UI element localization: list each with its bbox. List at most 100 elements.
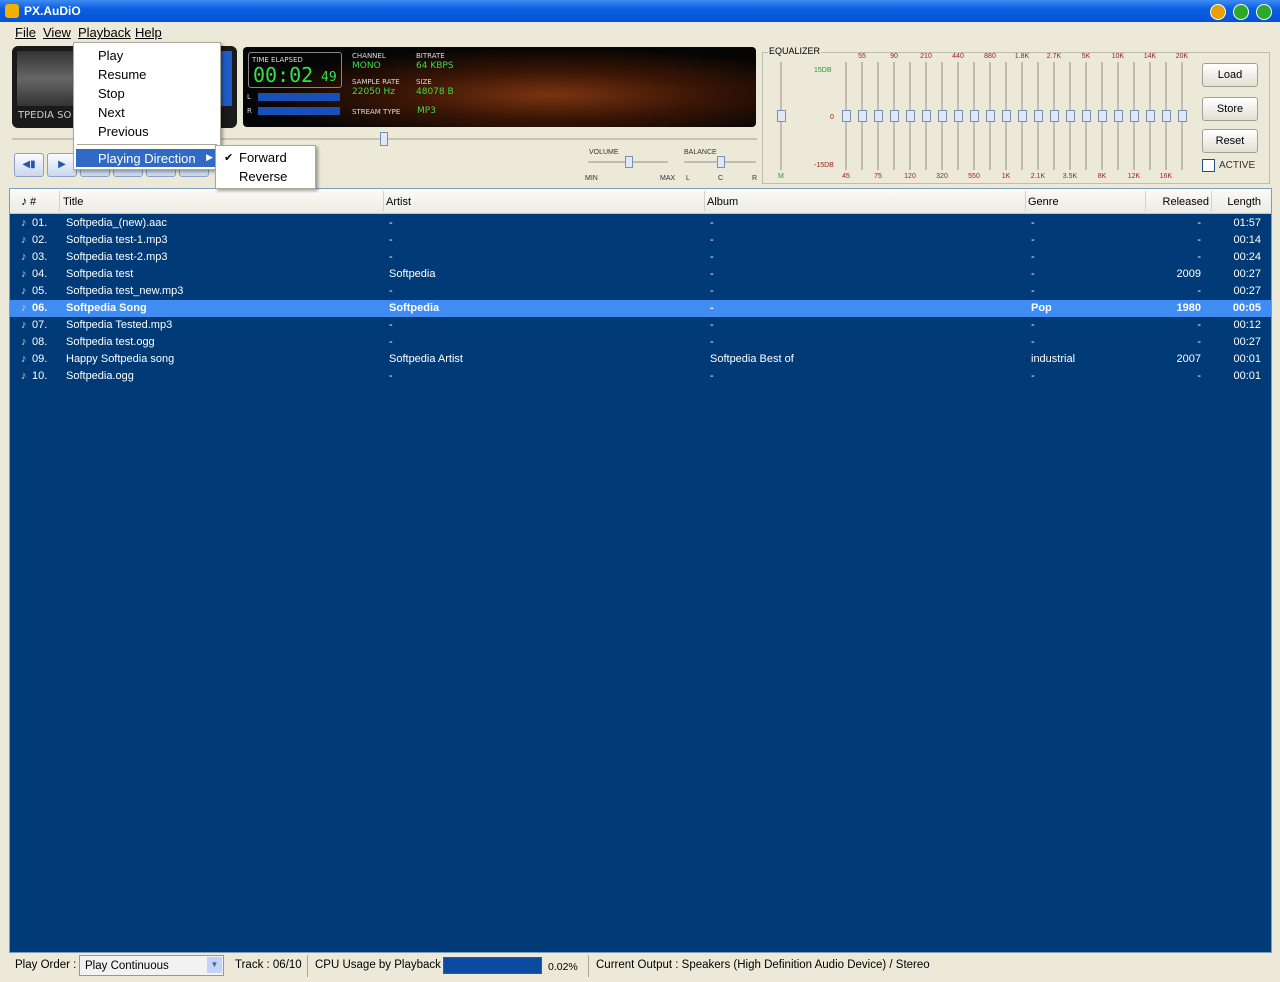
menu-view[interactable]: View: [43, 25, 71, 40]
chevron-down-icon[interactable]: ▼: [207, 957, 222, 973]
current-output: Current Output : Speakers (High Definiti…: [596, 959, 930, 971]
eq-band-label: 45: [842, 173, 850, 180]
eq-band-thumb[interactable]: [986, 110, 995, 122]
row-length: 00:27: [1233, 268, 1261, 280]
col-released[interactable]: Released: [1163, 196, 1209, 208]
eq-band-thumb[interactable]: [1066, 110, 1075, 122]
window-title: PX.AuDiO: [24, 4, 81, 18]
playback-menu: Play Resume Stop Next Previous Playing D…: [73, 42, 221, 170]
play-order-select[interactable]: Play Continuous ▼: [79, 955, 224, 976]
eq-band-thumb[interactable]: [1114, 110, 1123, 122]
table-row[interactable]: ♪ 02. Softpedia test-1.mp3 - - - - 00:14: [10, 232, 1271, 249]
eq-band-thumb[interactable]: [1162, 110, 1171, 122]
menu-file[interactable]: File: [15, 25, 36, 40]
playlist[interactable]: ♪ # Title Artist Album Genre Released Le…: [9, 188, 1272, 953]
minimize-button[interactable]: [1210, 4, 1226, 20]
eq-load-button[interactable]: Load: [1202, 63, 1258, 87]
eq-band-thumb[interactable]: [1178, 110, 1187, 122]
row-album: -: [710, 234, 714, 246]
previous-button[interactable]: ◀▮: [14, 153, 44, 177]
equalizer-panel: [762, 52, 1270, 184]
track-note-icon: ♪: [21, 268, 27, 280]
eq-band-thumb[interactable]: [1082, 110, 1091, 122]
playing-direction-submenu: ✔ Forward Reverse: [215, 145, 316, 189]
col-length[interactable]: Length: [1227, 196, 1261, 208]
volume-label: VOLUME: [589, 149, 619, 156]
row-number: 05.: [32, 285, 48, 297]
col-artist[interactable]: Artist: [386, 196, 411, 208]
cpu-usage-bar: [443, 957, 542, 974]
row-number: 02.: [32, 234, 48, 246]
menu-item-play[interactable]: Play: [98, 48, 123, 63]
stream-type-label: STREAM TYPE: [352, 108, 401, 116]
seek-thumb[interactable]: [380, 132, 388, 146]
row-album: -: [710, 302, 714, 314]
menu-help[interactable]: Help: [135, 25, 162, 40]
eq-band-thumb[interactable]: [842, 110, 851, 122]
row-genre: -: [1031, 268, 1035, 280]
row-title: Softpedia test.ogg: [66, 336, 155, 348]
eq-band-thumb[interactable]: [1034, 110, 1043, 122]
maximize-button[interactable]: [1233, 4, 1249, 20]
menu-item-stop[interactable]: Stop: [98, 86, 125, 101]
eq-band-thumb[interactable]: [858, 110, 867, 122]
status-bar: Play Order : Play Continuous ▼ Track : 0…: [9, 953, 1270, 978]
eq-master-thumb[interactable]: [777, 110, 786, 122]
table-row[interactable]: ♪ 09. Happy Softpedia song Softpedia Artist…: [10, 351, 1271, 368]
eq-band-label: 90: [890, 53, 898, 60]
col-number[interactable]: #: [30, 196, 36, 208]
row-title: Softpedia test_new.mp3: [66, 285, 184, 297]
col-title[interactable]: Title: [63, 196, 83, 208]
table-row[interactable]: ♪ 06. Softpedia Song Softpedia - Pop 1980 00:05: [10, 300, 1271, 317]
col-album[interactable]: Album: [707, 196, 738, 208]
menu-item-playing-direction[interactable]: Playing Direction ▶: [76, 149, 217, 167]
track-note-icon: ♪: [21, 251, 27, 263]
table-row[interactable]: ♪ 03. Softpedia test-2.mp3 - - - - 00:24: [10, 249, 1271, 266]
eq-band-thumb[interactable]: [890, 110, 899, 122]
eq-band-thumb[interactable]: [1002, 110, 1011, 122]
eq-band-thumb[interactable]: [1098, 110, 1107, 122]
table-row[interactable]: ♪ 04. Softpedia test Softpedia - - 2009 00:27: [10, 266, 1271, 283]
eq-band-thumb[interactable]: [1018, 110, 1027, 122]
menu-item-resume[interactable]: Resume: [98, 67, 146, 82]
table-row[interactable]: ♪ 01. Softpedia_(new).aac - - - - 01:57: [10, 215, 1271, 232]
eq-band-label: 3.5K: [1062, 173, 1078, 180]
eq-band-thumb[interactable]: [970, 110, 979, 122]
eq-active-checkbox[interactable]: [1202, 159, 1215, 172]
eq-db-top: 15DB: [814, 67, 832, 74]
eq-band-label: 2.7K: [1046, 53, 1062, 60]
menu-item-next[interactable]: Next: [98, 105, 125, 120]
submenu-item-reverse[interactable]: Reverse: [239, 169, 287, 184]
eq-band-thumb[interactable]: [938, 110, 947, 122]
balance-thumb[interactable]: [717, 156, 725, 168]
eq-store-button[interactable]: Store: [1202, 97, 1258, 121]
col-genre[interactable]: Genre: [1028, 196, 1059, 208]
eq-reset-button[interactable]: Reset: [1202, 129, 1258, 153]
sample-rate-value: 22050 Hz: [352, 87, 395, 97]
close-button[interactable]: [1256, 4, 1272, 20]
row-artist: Softpedia Artist: [389, 353, 463, 365]
app-icon: [5, 4, 19, 18]
eq-band-thumb[interactable]: [1130, 110, 1139, 122]
row-length: 00:14: [1233, 234, 1261, 246]
eq-band-thumb[interactable]: [954, 110, 963, 122]
eq-band-thumb[interactable]: [874, 110, 883, 122]
row-title: Softpedia test-1.mp3: [66, 234, 168, 246]
volume-min-label: MIN: [585, 175, 598, 182]
submenu-item-forward[interactable]: Forward: [239, 150, 287, 165]
table-row[interactable]: ♪ 10. Softpedia.ogg - - - - 00:01: [10, 368, 1271, 385]
menu-item-previous[interactable]: Previous: [98, 124, 149, 139]
eq-band-thumb[interactable]: [906, 110, 915, 122]
eq-band-thumb[interactable]: [1146, 110, 1155, 122]
volume-thumb[interactable]: [625, 156, 633, 168]
table-row[interactable]: ♪ 05. Softpedia test_new.mp3 - - - - 00:27: [10, 283, 1271, 300]
table-row[interactable]: ♪ 07. Softpedia Tested.mp3 - - - - 00:12: [10, 317, 1271, 334]
eq-band-thumb[interactable]: [1050, 110, 1059, 122]
eq-band-thumb[interactable]: [922, 110, 931, 122]
menu-playback[interactable]: Playback: [78, 25, 131, 40]
eq-band-label: 14K: [1143, 53, 1157, 60]
play-order-value: Play Continuous: [85, 960, 169, 972]
eq-band-label: 320: [936, 173, 948, 180]
menu-bar: File View Playback Help: [0, 22, 1280, 42]
table-row[interactable]: ♪ 08. Softpedia test.ogg - - - - 00:27: [10, 334, 1271, 351]
